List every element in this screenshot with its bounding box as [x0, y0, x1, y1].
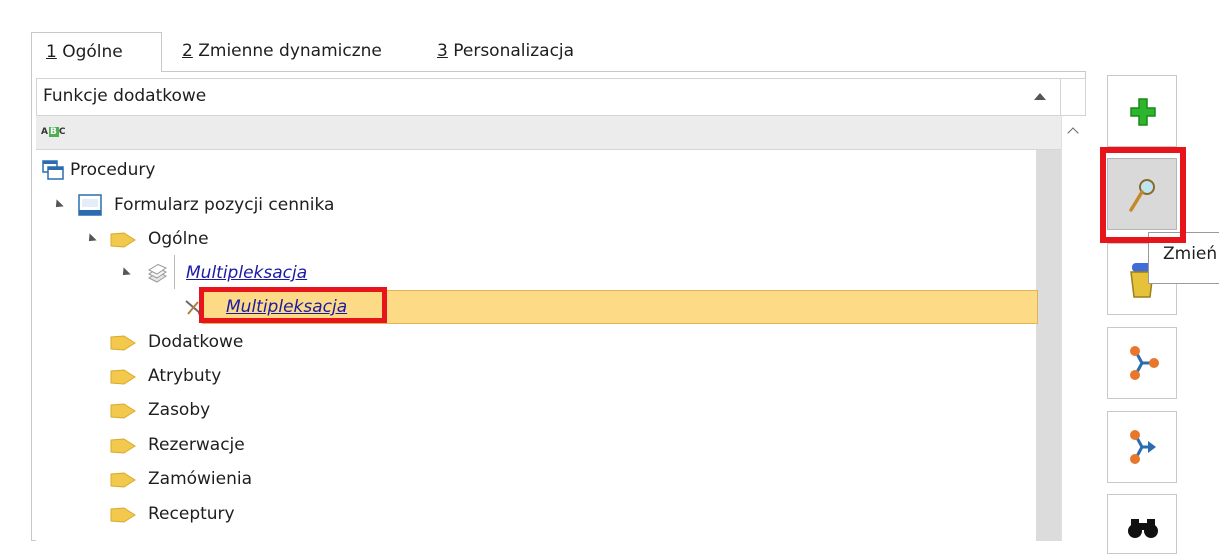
search-button[interactable]	[1107, 494, 1177, 554]
folder-icon	[110, 403, 136, 419]
window-icon	[78, 194, 102, 216]
sort-ascending-icon	[1034, 93, 1046, 100]
split-icon	[1130, 346, 1159, 380]
abc-filter-icon[interactable]: ABC	[41, 127, 66, 137]
binoculars-icon	[1128, 519, 1158, 538]
add-button[interactable]	[1107, 75, 1177, 147]
vertical-scrollbar[interactable]	[1061, 116, 1086, 541]
column-header-label: Funkcje dodatkowe	[43, 86, 207, 106]
tree-empty-column	[1036, 150, 1061, 541]
highlight-box-edit-button	[1100, 147, 1186, 243]
filter-row[interactable]: ABC	[36, 116, 1061, 150]
merge-icon	[1130, 430, 1156, 464]
grid-corner	[1060, 78, 1086, 116]
document-stack-icon	[147, 264, 168, 283]
split-button[interactable]	[1107, 327, 1177, 399]
folder-icon	[110, 507, 136, 523]
highlight-box-selected-item	[199, 287, 387, 323]
folder-icon	[110, 438, 136, 454]
tab-ogolne[interactable]: 1 Ogólne	[31, 32, 162, 72]
folder-icon	[110, 472, 136, 488]
column-header[interactable]: Funkcje dodatkowe	[36, 78, 1061, 116]
folder-icon	[110, 335, 136, 351]
folder-icon	[110, 369, 136, 385]
tab-zmienne-dynamiczne[interactable]: 2 Zmienne dynamiczne	[182, 32, 382, 72]
folder-icon	[110, 232, 136, 248]
tab-personalizacja[interactable]: 3 Personalizacja	[437, 32, 574, 72]
windows-stack-icon	[42, 160, 64, 180]
merge-button[interactable]	[1107, 411, 1177, 483]
plus-icon	[1130, 98, 1156, 126]
scroll-up-icon[interactable]	[1067, 127, 1079, 139]
